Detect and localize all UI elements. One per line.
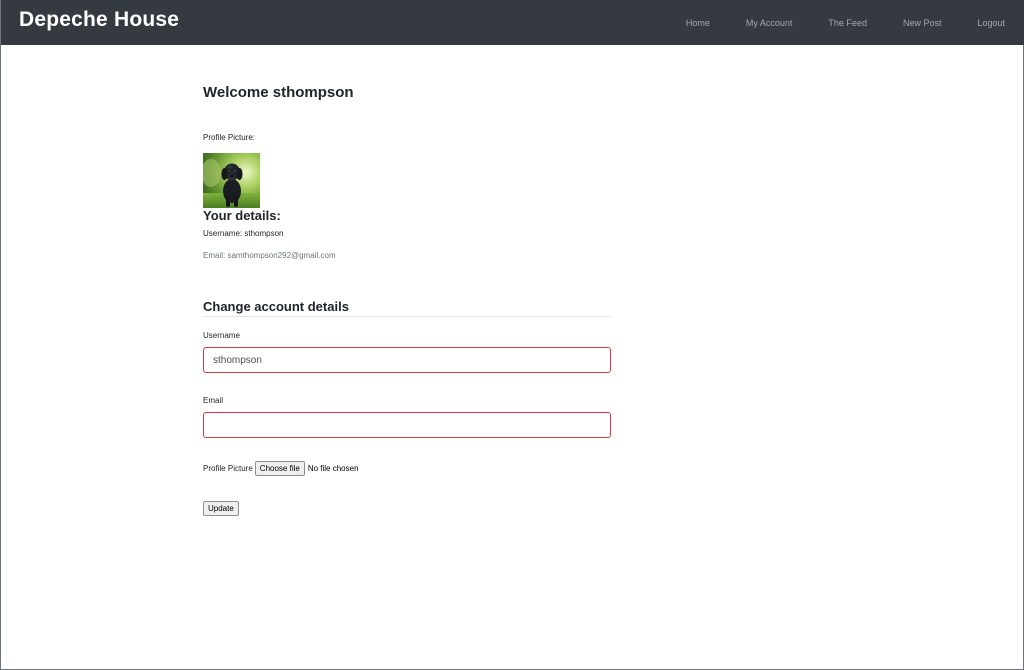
- email-display: Email: samthompson292@gmail.com: [203, 251, 336, 260]
- profile-picture-upload-row: Profile Picture Choose file No file chos…: [203, 460, 359, 476]
- username-display: Username: sthompson: [203, 229, 284, 238]
- email-input[interactable]: [203, 412, 611, 438]
- nav-link-new-post[interactable]: New Post: [903, 18, 942, 28]
- profile-picture: [203, 153, 260, 208]
- black-puppy-photo-icon: [203, 153, 260, 208]
- page-title: Welcome sthompson: [203, 84, 354, 101]
- page-frame: Depeche House Home My Account The Feed N…: [0, 0, 1024, 670]
- navbar: Depeche House Home My Account The Feed N…: [1, 0, 1024, 45]
- nav-links: Home My Account The Feed New Post Logout: [650, 0, 1005, 45]
- nav-link-logout[interactable]: Logout: [977, 18, 1005, 28]
- nav-link-the-feed[interactable]: The Feed: [828, 18, 867, 28]
- email-label: Email: [203, 396, 224, 405]
- change-account-heading: Change account details: [203, 299, 611, 317]
- username-label: Username: [203, 331, 240, 340]
- update-button[interactable]: Update: [203, 501, 239, 516]
- your-details-heading: Your details:: [203, 208, 281, 223]
- profile-picture-upload-label: Profile Picture: [203, 463, 253, 473]
- brand-link[interactable]: Depeche House: [19, 8, 179, 32]
- nav-link-my-account[interactable]: My Account: [746, 18, 793, 28]
- choose-file-button[interactable]: Choose file: [254, 460, 305, 476]
- nav-link-home[interactable]: Home: [686, 18, 710, 28]
- file-status-text: No file chosen: [307, 463, 359, 473]
- profile-picture-label: Profile Picture:: [203, 133, 256, 142]
- username-input[interactable]: [203, 347, 611, 373]
